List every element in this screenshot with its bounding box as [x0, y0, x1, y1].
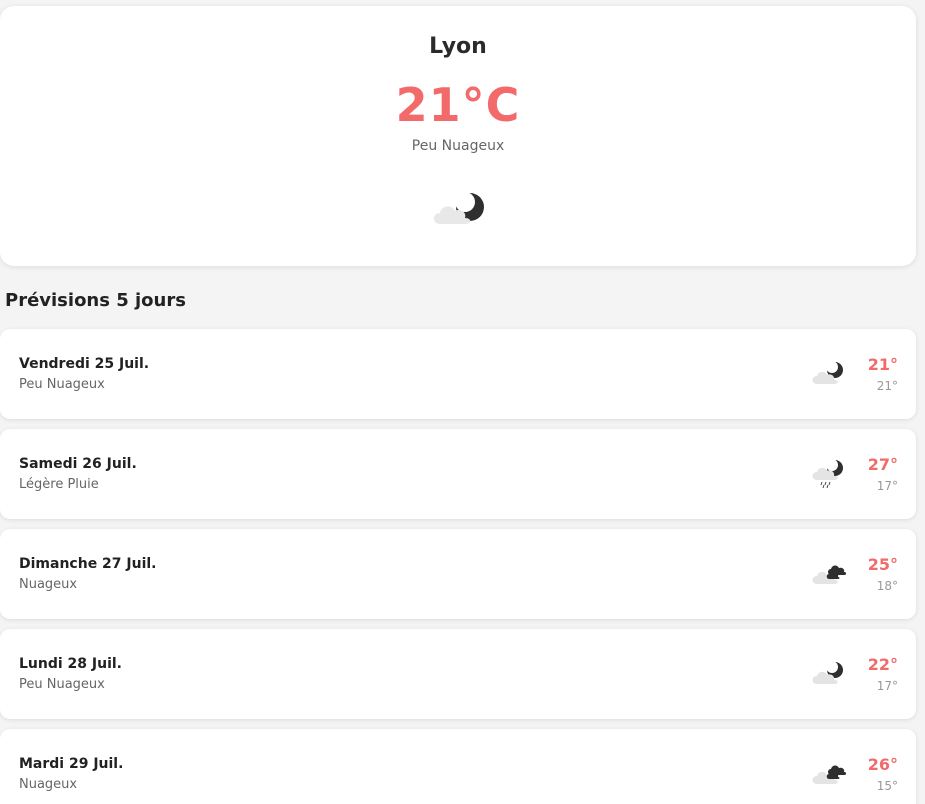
- forecast-condition: Peu Nuageux: [19, 377, 105, 392]
- forecast-row: Vendredi 25 Juil. Peu Nuageux 21° 21°: [0, 329, 916, 419]
- forecast-day: Dimanche 27 Juil.: [19, 556, 157, 572]
- forecast-low: 17°: [876, 679, 898, 693]
- forecast-high: 22°: [867, 655, 898, 674]
- partly-cloudy-night-icon: [810, 359, 846, 389]
- forecast-low: 21°: [876, 379, 898, 393]
- forecast-row: Lundi 28 Juil. Peu Nuageux 22° 17°: [0, 629, 916, 719]
- light-rain-night-icon: [810, 459, 846, 489]
- forecast-row: Mardi 29 Juil. Nuageux 26° 15°: [0, 729, 916, 804]
- forecast-day: Mardi 29 Juil.: [19, 756, 124, 772]
- forecast-day: Vendredi 25 Juil.: [19, 356, 150, 372]
- forecast-condition: Légère Pluie: [19, 477, 99, 492]
- forecast-low: 15°: [876, 779, 898, 793]
- forecast-condition: Peu Nuageux: [19, 677, 105, 692]
- forecast-day: Lundi 28 Juil.: [19, 656, 122, 672]
- forecast-low: 18°: [876, 579, 898, 593]
- forecast-section-title: Prévisions 5 jours: [5, 290, 186, 311]
- current-temperature: 21°C: [395, 78, 521, 132]
- current-condition: Peu Nuageux: [411, 138, 505, 154]
- partly-cloudy-night-icon: [810, 659, 846, 689]
- forecast-condition: Nuageux: [19, 777, 78, 792]
- forecast-low: 17°: [876, 479, 898, 493]
- forecast-row: Dimanche 27 Juil. Nuageux 25° 18°: [0, 529, 916, 619]
- forecast-high: 21°: [867, 355, 898, 374]
- forecast-condition: Nuageux: [19, 577, 78, 592]
- weather-page: Lyon 21°C Peu Nuageux Prévisions 5 jours…: [0, 0, 925, 804]
- forecast-day: Samedi 26 Juil.: [19, 456, 137, 472]
- forecast-high: 25°: [867, 555, 898, 574]
- cloudy-icon: [810, 559, 847, 589]
- city-name: Lyon: [429, 34, 487, 59]
- cloudy-icon: [810, 759, 847, 789]
- partly-cloudy-night-icon: [430, 188, 488, 232]
- forecast-row: Samedi 26 Juil. Légère Pluie 27° 17°: [0, 429, 916, 519]
- forecast-high: 26°: [867, 755, 898, 774]
- current-weather-card: Lyon 21°C Peu Nuageux: [0, 6, 916, 266]
- forecast-high: 27°: [867, 455, 898, 474]
